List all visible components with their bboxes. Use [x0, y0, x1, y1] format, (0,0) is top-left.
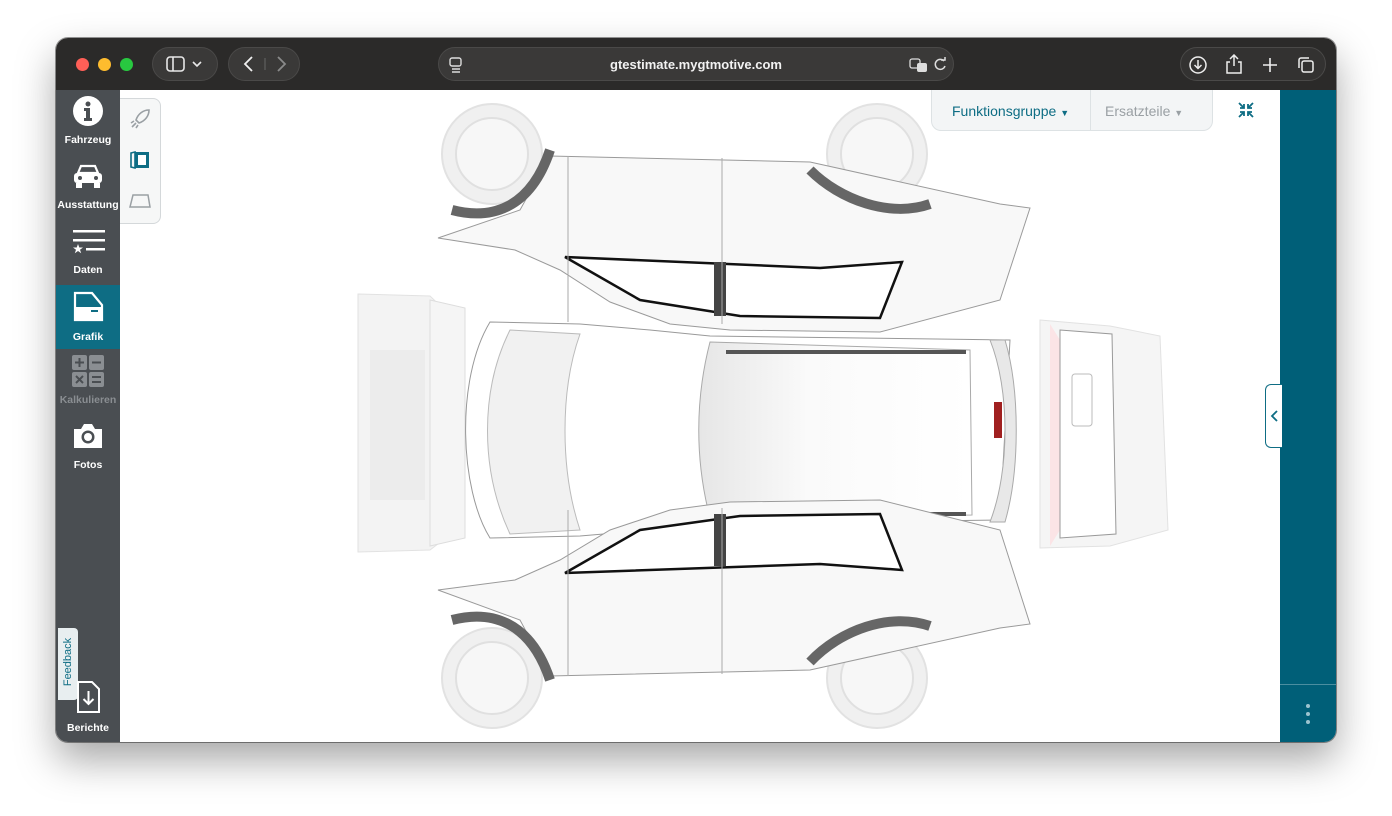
- info-icon: [73, 96, 103, 126]
- windshield-view-button[interactable]: [120, 181, 160, 221]
- sidebar-item-ausstattung[interactable]: Ausstattung: [56, 155, 120, 217]
- browser-actions: [1180, 47, 1326, 81]
- right-panel: [1280, 90, 1336, 742]
- quick-select-button[interactable]: [120, 99, 160, 139]
- group-selector-bar: Funktionsgruppe ▼ Ersatzteile ▼: [931, 90, 1213, 131]
- sidebar-icon: [166, 56, 202, 72]
- sidebar-toggle-button[interactable]: [152, 47, 218, 81]
- zoom-window-button[interactable]: [120, 58, 133, 71]
- list-star-icon: [73, 230, 105, 254]
- car-front-view[interactable]: [357, 293, 466, 553]
- vehicle-graphic-canvas[interactable]: [120, 90, 1280, 742]
- car-icon: [74, 164, 102, 188]
- url-text: gtestimate.mygtmotive.com: [610, 57, 782, 72]
- expand-panel-tab[interactable]: [1265, 384, 1282, 448]
- collapse-icon[interactable]: [1236, 100, 1256, 120]
- sidebar-item-label: Kalkulieren: [59, 394, 117, 406]
- downloads-icon[interactable]: [1189, 56, 1207, 74]
- browser-toolbar: gtestimate.mygtmotive.com: [56, 38, 1336, 90]
- car-side-top[interactable]: [437, 103, 1031, 333]
- address-bar[interactable]: gtestimate.mygtmotive.com: [438, 47, 954, 81]
- sidebar-item-kalkulieren[interactable]: Kalkulieren: [56, 350, 120, 412]
- minimize-window-button[interactable]: [98, 58, 111, 71]
- sidebar-item-label: Fahrzeug: [64, 134, 112, 146]
- caret-down-icon: ▼: [1174, 108, 1184, 118]
- divider: [1280, 684, 1336, 685]
- door-view-button[interactable]: [120, 140, 160, 180]
- close-window-button[interactable]: [76, 58, 89, 71]
- caret-down-icon: ▼: [1060, 108, 1070, 118]
- translate-icon[interactable]: [909, 57, 929, 73]
- history-nav: [228, 47, 300, 81]
- sidebar-item-label: Fotos: [73, 459, 103, 471]
- vehicle-diagram[interactable]: [120, 90, 1280, 742]
- sidebar-item-fotos[interactable]: Fotos: [56, 415, 120, 477]
- function-group-dropdown[interactable]: Funktionsgruppe ▼: [952, 103, 1069, 119]
- reload-icon[interactable]: [933, 57, 947, 73]
- main-sidebar: Fahrzeug Ausstattung Daten Grafik Kalkul…: [56, 90, 120, 742]
- camera-icon: [74, 424, 102, 448]
- spare-parts-label: Ersatzteile: [1105, 103, 1171, 119]
- function-group-label: Funktionsgruppe: [952, 103, 1057, 119]
- car-rear-view[interactable]: [1039, 319, 1169, 549]
- report-download-icon: [77, 681, 100, 713]
- browser-window: gtestimate.mygtmotive.com Fahrzeug Ausst…: [56, 38, 1336, 742]
- sidebar-item-fahrzeug[interactable]: Fahrzeug: [56, 90, 120, 152]
- spare-parts-dropdown[interactable]: Ersatzteile ▼: [1105, 103, 1183, 119]
- windshield-icon: [129, 194, 151, 208]
- car-door-panel-icon: [130, 150, 149, 170]
- sidebar-item-label: Ausstattung: [57, 199, 119, 211]
- sidebar-item-grafik[interactable]: Grafik: [56, 285, 120, 349]
- new-tab-icon[interactable]: [1261, 56, 1279, 74]
- sidebar-item-label: Grafik: [72, 331, 104, 343]
- sidebar-item-label: Berichte: [66, 722, 109, 734]
- tab-overview-icon[interactable]: [1297, 56, 1315, 74]
- sidebar-item-daten[interactable]: Daten: [56, 220, 120, 282]
- more-options-icon[interactable]: [1304, 702, 1312, 726]
- chevron-left-icon: [1270, 410, 1278, 422]
- car-door-icon: [73, 291, 104, 322]
- sidebar-item-label: Daten: [73, 264, 103, 276]
- rocket-icon: [130, 109, 150, 129]
- tool-palette: [120, 98, 161, 224]
- calculator-icon: [72, 355, 104, 387]
- sidebar-item-berichte[interactable]: Berichte: [56, 676, 120, 740]
- divider: [1090, 90, 1091, 130]
- share-icon[interactable]: [1225, 54, 1243, 74]
- nav-arrows-icon: [243, 56, 287, 72]
